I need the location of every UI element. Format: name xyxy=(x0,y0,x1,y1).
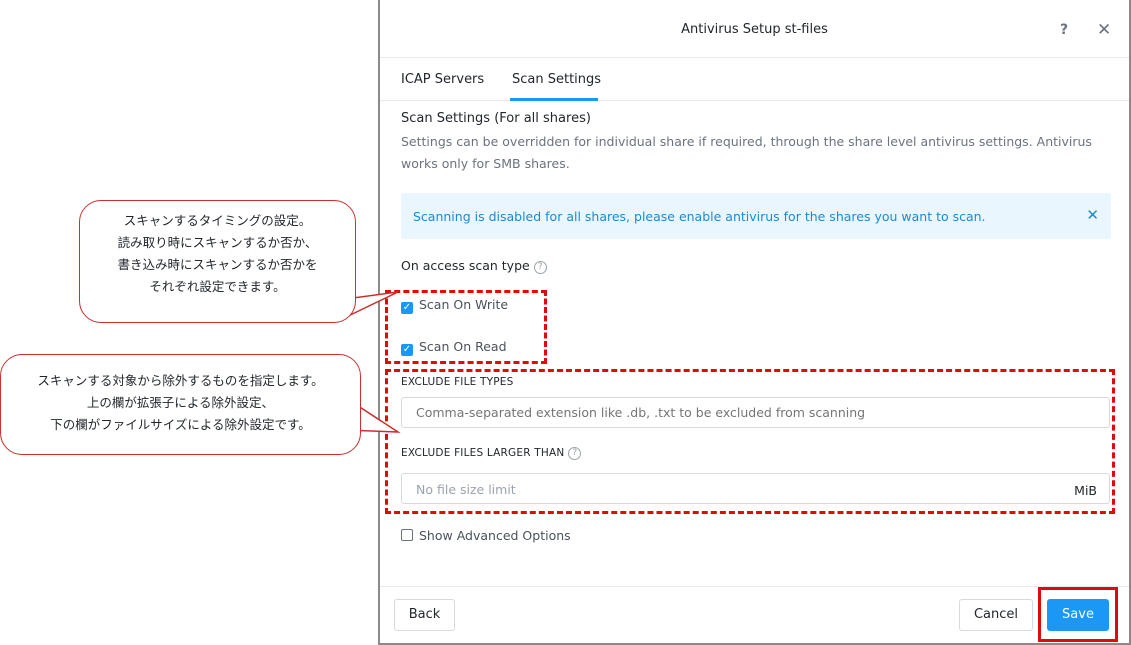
callout-exclude: スキャンする対象から除外するものを指定します。 上の欄が拡張子による除外設定、 … xyxy=(0,354,361,455)
callout-line: それぞれ設定できます。 xyxy=(149,279,286,294)
help-icon[interactable]: ? xyxy=(1060,22,1068,38)
close-icon[interactable]: ✕ xyxy=(1097,20,1111,40)
dialog-title: Antivirus Setup st-files xyxy=(681,22,828,37)
callout-scan-timing: スキャンするタイミングの設定。 読み取り時にスキャンするか否か、 書き込み時にス… xyxy=(79,200,356,323)
checkbox-unchecked-icon[interactable] xyxy=(401,529,413,541)
active-tab-indicator xyxy=(510,98,598,101)
save-highlight-box xyxy=(1038,587,1118,642)
section-description: Settings can be overridden for individua… xyxy=(401,134,1092,171)
show-advanced-options-checkbox[interactable]: Show Advanced Options xyxy=(401,528,571,543)
callout-line: スキャンする対象から除外するものを指定します。 xyxy=(37,373,324,388)
callout-line: 下の欄がファイルサイズによる除外設定です。 xyxy=(50,417,311,432)
show-advanced-options-label: Show Advanced Options xyxy=(419,528,571,543)
scan-type-label-text: On access scan type xyxy=(401,258,530,273)
scan-type-label: On access scan type? xyxy=(401,258,547,274)
tab-icap-servers[interactable]: ICAP Servers xyxy=(401,72,484,87)
question-circle-icon[interactable]: ? xyxy=(533,261,547,274)
section-title: Scan Settings (For all shares) xyxy=(401,111,591,126)
info-banner-text: Scanning is disabled for all shares, ple… xyxy=(413,209,986,224)
tab-bar: ICAP Servers Scan Settings xyxy=(380,58,1129,101)
exclude-highlight-box xyxy=(385,369,1115,514)
callout-line: 書き込み時にスキャンするか否かを xyxy=(117,257,318,272)
banner-close-icon[interactable]: ✕ xyxy=(1086,206,1099,224)
info-banner: Scanning is disabled for all shares, ple… xyxy=(401,193,1111,239)
callout-line: スキャンするタイミングの設定。 xyxy=(123,213,312,228)
callout-line: 上の欄が拡張子による除外設定、 xyxy=(86,395,275,410)
dialog-footer: Back Cancel Save xyxy=(380,586,1129,645)
cancel-button[interactable]: Cancel xyxy=(959,599,1033,631)
back-button[interactable]: Back xyxy=(394,599,455,631)
dialog-header: Antivirus Setup st-files ? ✕ xyxy=(380,0,1129,58)
tab-scan-settings[interactable]: Scan Settings xyxy=(512,72,601,87)
callout-line: 読み取り時にスキャンするか否か、 xyxy=(117,235,318,250)
scan-type-highlight-box xyxy=(385,290,547,364)
